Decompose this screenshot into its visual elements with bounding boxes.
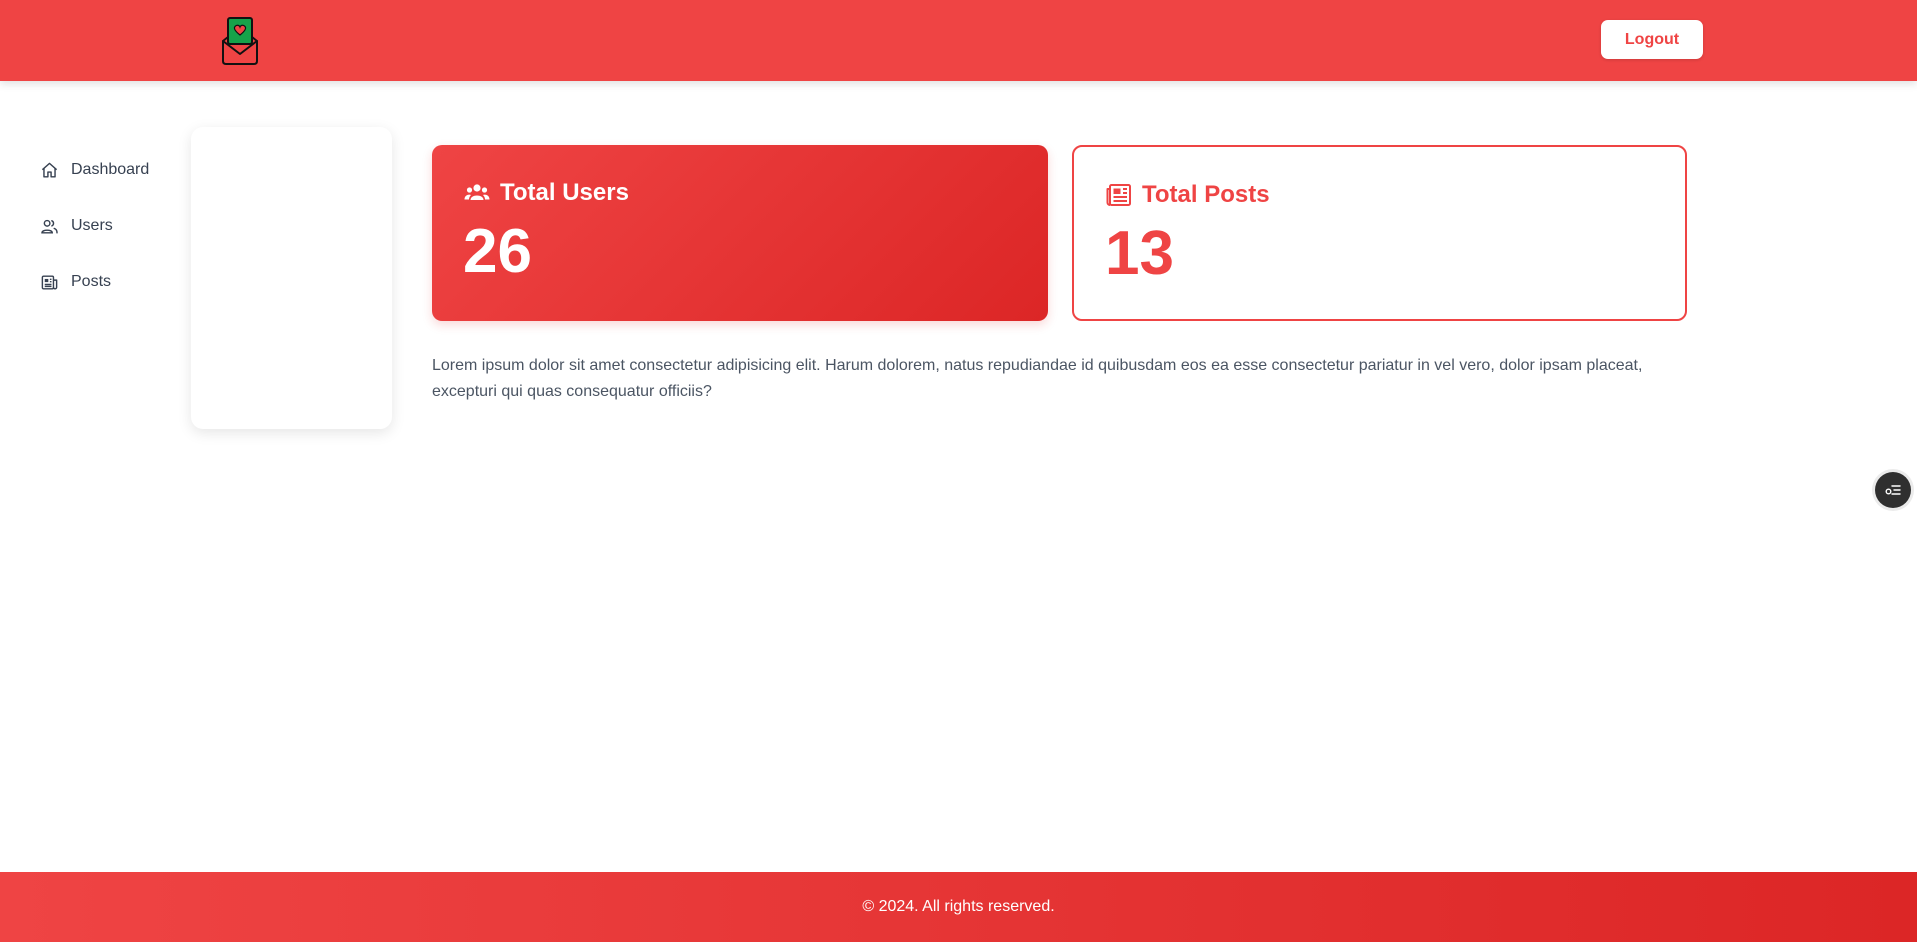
footer: © 2024. All rights reserved. [0,872,1917,942]
card-title: Total Posts [1142,181,1270,208]
sidebar: Dashboard Users Posts [41,127,392,429]
sidebar-item-label: Posts [71,273,112,290]
card-header: Total Users [464,179,629,207]
sidebar-item-posts[interactable]: Posts [40,270,111,294]
list-settings-icon [1885,485,1901,495]
logo-icon[interactable] [221,17,259,65]
sidebar-item-label: Users [71,217,113,234]
sidebar-item-users[interactable]: Users [40,214,113,238]
newspaper-icon [40,273,59,292]
total-users-card: Total Users 26 [432,145,1048,321]
sidebar-item-dashboard[interactable]: Dashboard [40,158,149,182]
home-icon [40,161,59,180]
total-posts-value: 13 [1105,219,1174,288]
users-icon [40,217,59,236]
total-users-value: 26 [463,217,532,286]
card-title: Total Users [500,179,629,206]
total-posts-card: Total Posts 13 [1072,145,1687,321]
users-group-icon [464,181,490,205]
top-navbar: Logout [0,0,1917,81]
card-header: Total Posts [1106,181,1270,209]
dashboard-description: Lorem ipsum dolor sit amet consectetur a… [432,357,1643,400]
newspaper-icon [1106,183,1132,207]
logout-button[interactable]: Logout [1601,20,1703,59]
page: Logout Dashboard Users Posts Total Users… [0,0,1917,942]
floating-menu-button[interactable] [1875,472,1911,508]
copyright-text: © 2024. All rights reserved. [862,898,1055,915]
sidebar-item-label: Dashboard [71,161,150,178]
